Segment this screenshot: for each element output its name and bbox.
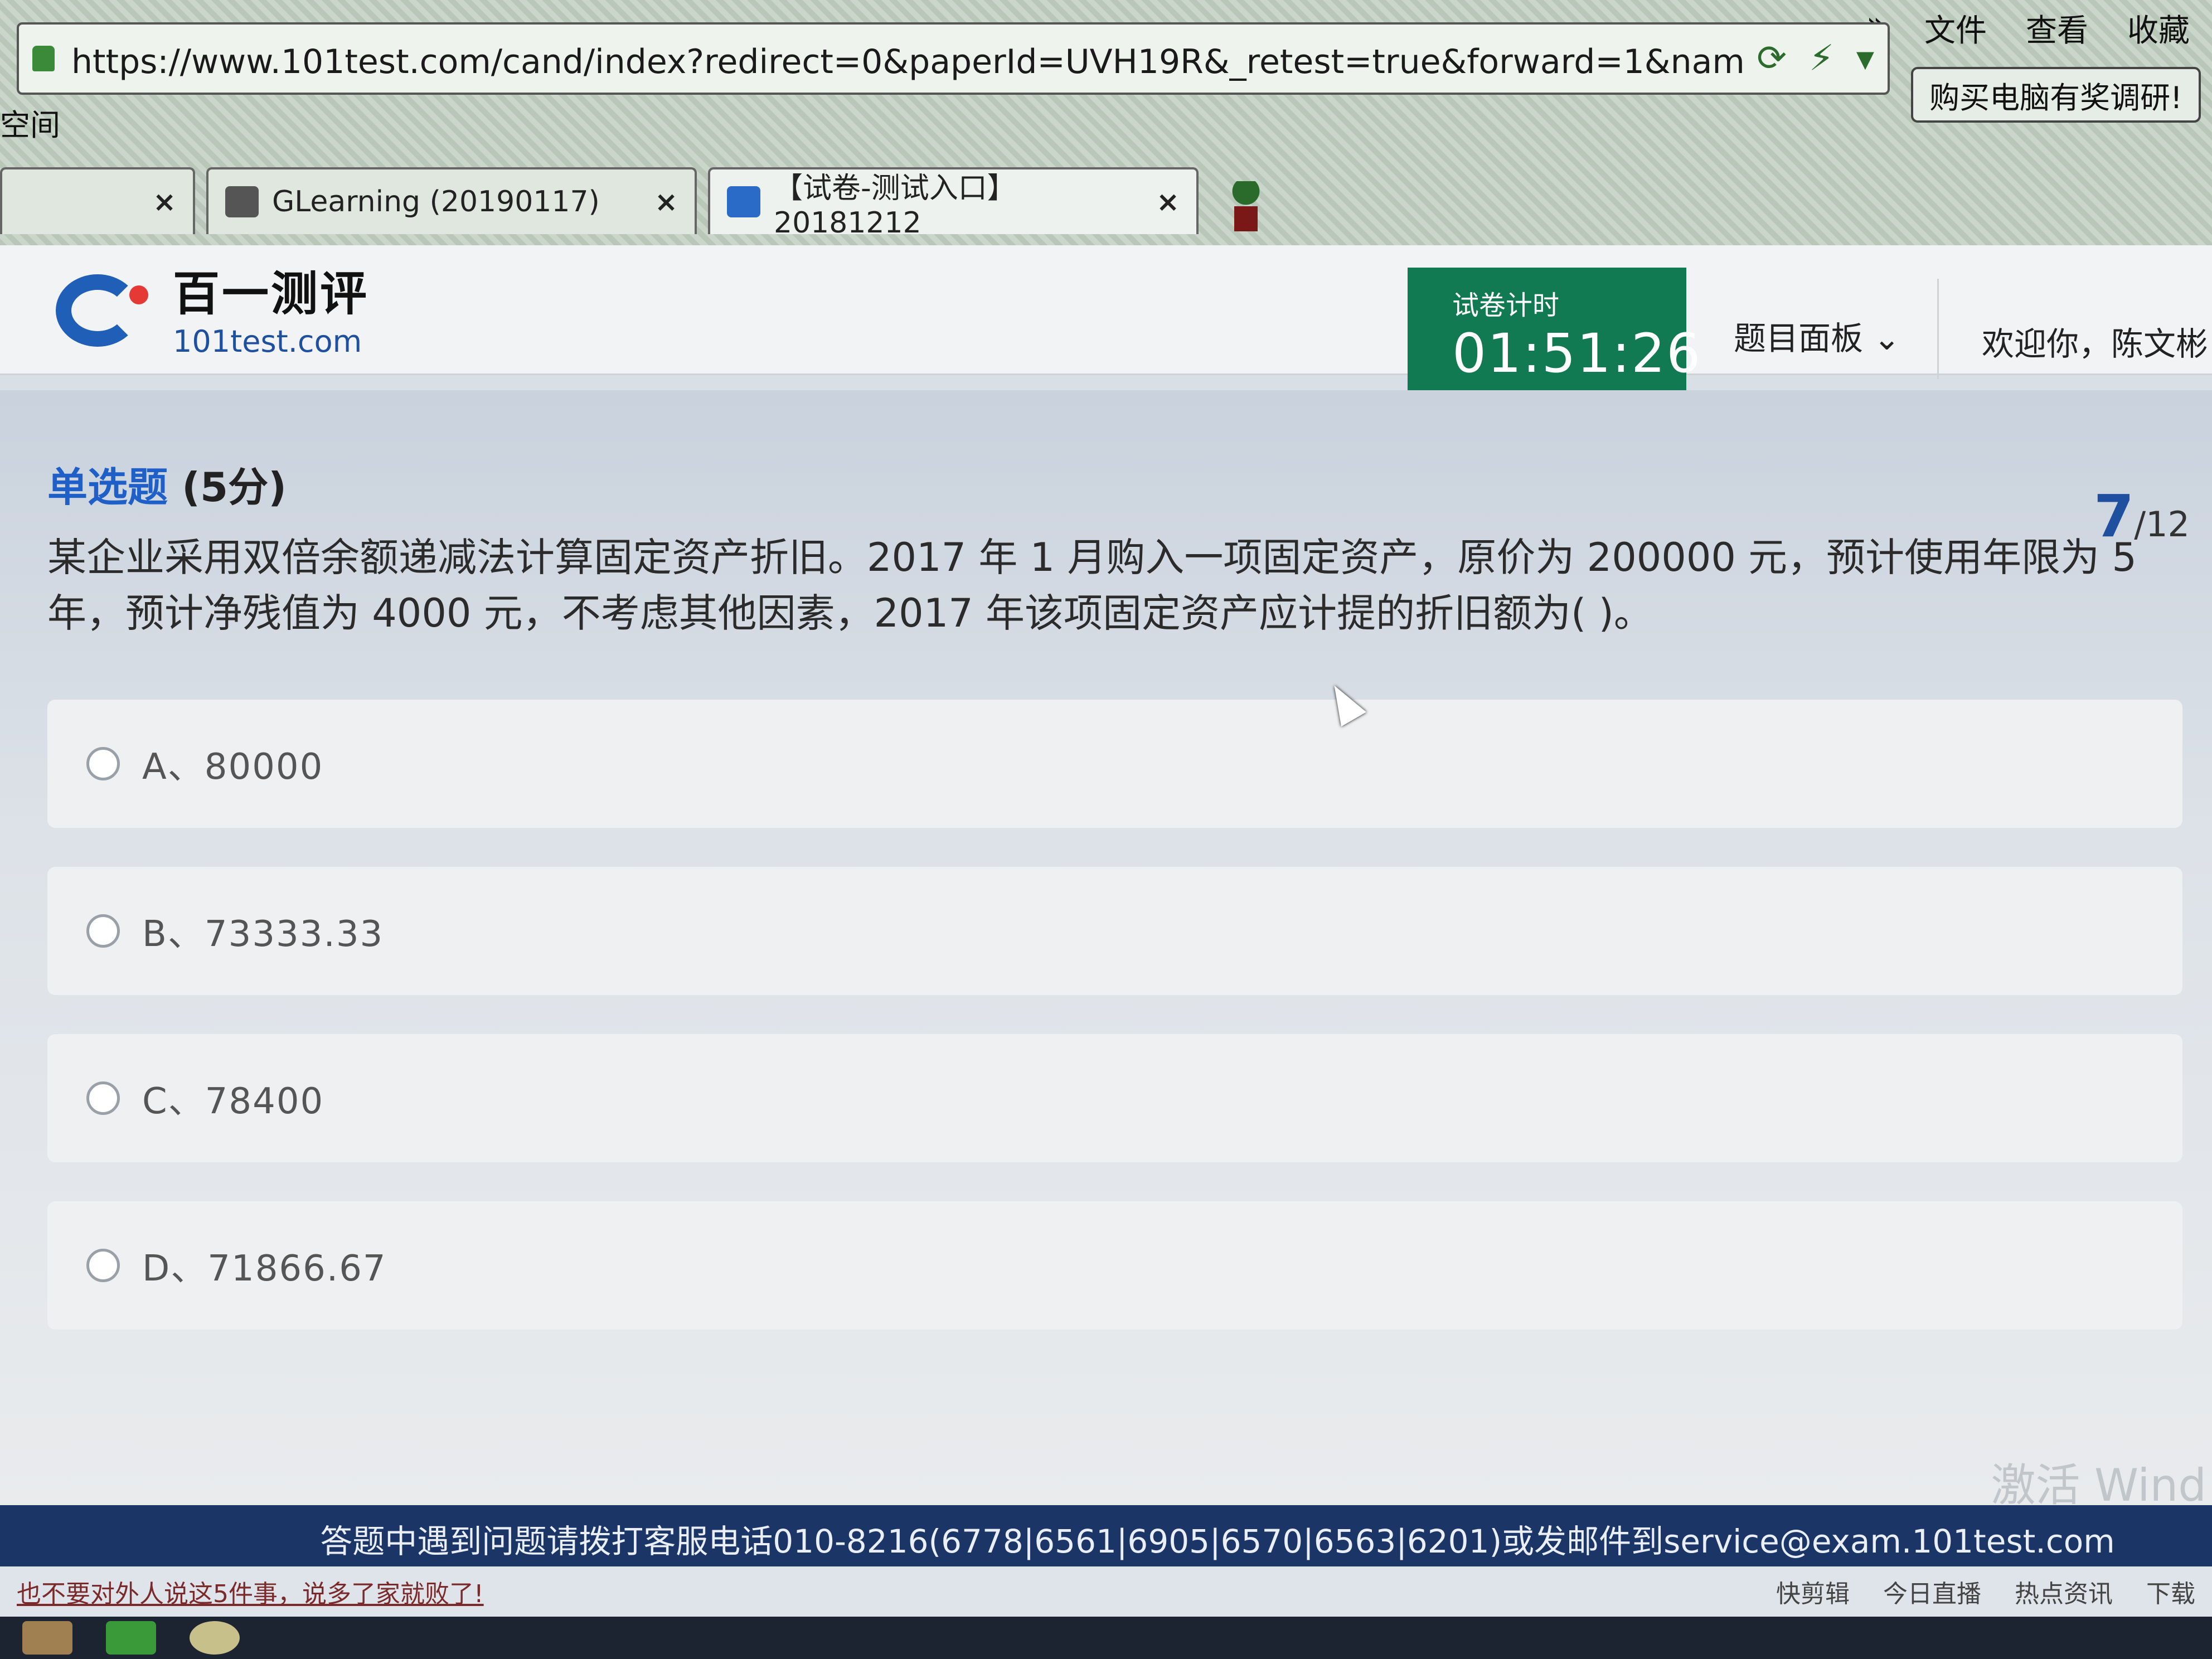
browser-chrome: » 文件 查看 收藏 https://www.101test.com/cand/… <box>0 0 2212 262</box>
iqiyi-icon[interactable] <box>106 1621 156 1655</box>
question-text: 某企业采用双倍余额递减法计算固定资产折旧。2017 年 1 月购入一项固定资产，… <box>47 535 2137 636</box>
radio-button[interactable] <box>86 1081 120 1115</box>
ad-link[interactable]: 也不要对外人说这5件事，说多了家就败了! <box>17 1574 484 1609</box>
question-area: 单选题 (5分) 7/12 某企业采用双倍余额递减法计算固定资产折旧。2017 … <box>0 390 2212 1505</box>
option-c[interactable]: C、78400 <box>47 1034 2182 1162</box>
option-a[interactable]: A、80000 <box>47 700 2182 828</box>
question-type: 单选题 (5分) <box>47 454 287 513</box>
lock-icon <box>32 46 55 71</box>
logo-text-en: 101test.com <box>173 324 362 359</box>
status-live[interactable]: 今日直播 <box>1883 1574 1981 1609</box>
question-panel-button[interactable]: 题目面板 ⌄ <box>1734 312 1900 359</box>
logo-text-cn: 百一测评 <box>173 266 370 321</box>
browser-menu: » 文件 查看 收藏 <box>1866 6 2190 51</box>
menu-favorites[interactable]: 收藏 <box>2127 6 2190 51</box>
exam-timer: 试卷计时 01:51:26 <box>1408 268 1702 396</box>
browser-icon[interactable] <box>190 1621 240 1655</box>
option-label: A、80000 <box>142 746 324 788</box>
url-text[interactable]: https://www.101test.com/cand/index?redir… <box>71 35 1745 83</box>
status-download[interactable]: 下载 <box>2146 1574 2195 1609</box>
option-label: C、78400 <box>142 1081 324 1122</box>
option-b[interactable]: B、73333.33 <box>47 867 2182 995</box>
windows-taskbar <box>0 1617 2212 1659</box>
option-label: D、71866.67 <box>142 1248 387 1289</box>
lightning-icon[interactable]: ⚡ <box>1809 38 1834 79</box>
radio-button[interactable] <box>86 747 120 780</box>
browser-status-bar: 也不要对外人说这5件事，说多了家就败了! 快剪辑 今日直播 热点资讯 下载 <box>0 1566 2212 1617</box>
tab-bar: × GLearning (20190117) × 【试卷-测试入口】201812… <box>0 167 1265 245</box>
windows-activation-watermark: 激活 Wind <box>1991 1459 2206 1511</box>
option-d[interactable]: D、71866.67 <box>47 1201 2182 1330</box>
status-quick-edit[interactable]: 快剪辑 <box>1776 1574 1850 1609</box>
refresh-icon[interactable]: ⟳ <box>1757 38 1787 79</box>
question-score: (5分) <box>182 464 287 511</box>
promo-button[interactable]: 购买电脑有奖调研! <box>1911 67 2201 123</box>
close-icon[interactable]: × <box>654 186 678 218</box>
timer-value: 01:51:26 <box>1452 322 1702 385</box>
status-news[interactable]: 热点资讯 <box>2015 1574 2113 1609</box>
question-type-label: 单选题 <box>47 464 168 511</box>
bookmark-item[interactable]: 空间 <box>0 100 60 144</box>
logo-swirl-icon <box>50 263 156 352</box>
tab-3-active[interactable]: 【试卷-测试入口】20181212 × <box>708 167 1199 240</box>
tab-label: 【试卷-测试入口】20181212 <box>774 171 1016 240</box>
radio-button[interactable] <box>86 914 120 948</box>
site-favicon-icon <box>727 186 760 217</box>
menu-view[interactable]: 查看 <box>2026 6 2088 51</box>
tab-label: GLearning (20190117) <box>272 185 600 219</box>
logo[interactable]: 百一测评 101test.com <box>50 256 369 359</box>
menu-file[interactable]: 文件 <box>1924 6 1987 51</box>
address-bar[interactable]: https://www.101test.com/cand/index?redir… <box>17 22 1890 95</box>
welcome-user[interactable]: 欢迎你，陈文彬 <box>1982 318 2208 365</box>
radio-button[interactable] <box>86 1249 120 1282</box>
close-icon[interactable]: × <box>1156 186 1180 218</box>
glearning-icon <box>225 186 259 217</box>
close-icon[interactable]: × <box>153 186 176 218</box>
tab-2[interactable]: GLearning (20190117) × <box>206 167 697 234</box>
folder-icon[interactable] <box>22 1621 72 1655</box>
timer-label: 试卷计时 <box>1452 290 1560 321</box>
header-divider <box>1937 279 1939 379</box>
site-header: 百一测评 101test.com 试卷计时 01:51:26 题目面板 ⌄ 欢迎… <box>0 245 2212 396</box>
option-label: B、73333.33 <box>142 914 384 955</box>
tab-1[interactable]: × <box>0 167 195 234</box>
dropdown-icon[interactable]: ▾ <box>1856 38 1874 79</box>
support-footer: 答题中遇到问题请拨打客服电话010-8216(6778|6561|6905|65… <box>0 1505 2212 1572</box>
new-tab-plant-icon[interactable] <box>1226 181 1265 231</box>
